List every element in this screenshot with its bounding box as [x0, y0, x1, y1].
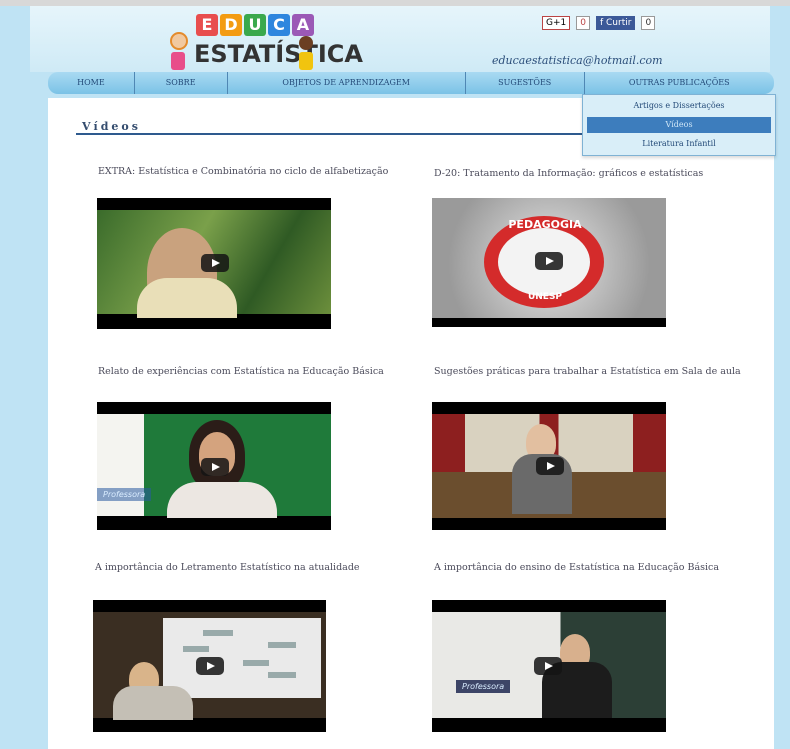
publications-dropdown: Artigos e Dissertações Vídeos Literatura… [582, 94, 776, 156]
nav-item-sobre[interactable]: SOBRE [135, 72, 228, 94]
like-count: 0 [641, 16, 656, 30]
like-label: Curtir [606, 18, 632, 28]
video-player[interactable]: PEDAGOGIA UNESP [432, 198, 666, 327]
dropdown-item-literatura[interactable]: Literatura Infantil [587, 136, 771, 152]
nav-item-sugestoes[interactable]: SUGESTÕES [466, 72, 585, 94]
video-player[interactable]: Professora [97, 402, 331, 530]
logo-letter: U [244, 14, 266, 36]
seal-text-top: PEDAGOGIA [508, 218, 582, 231]
play-icon[interactable] [536, 457, 564, 475]
play-icon[interactable] [196, 657, 224, 675]
logo-letter: C [268, 14, 290, 36]
play-icon[interactable] [535, 252, 563, 270]
nav-item-outras-publicacoes[interactable]: OUTRAS PUBLICAÇÕES [585, 72, 774, 94]
projection-screen [163, 618, 321, 698]
logo-educa: E D U C A [196, 14, 314, 36]
video-title[interactable]: EXTRA: Estatística e Combinatória no cic… [98, 166, 398, 178]
logo-letter: E [196, 14, 218, 36]
nav-item-home[interactable]: HOME [48, 72, 135, 94]
contact-email[interactable]: educaestatistica@hotmail.com [492, 54, 663, 67]
video-title[interactable]: A importância do Letramento Estatístico … [95, 562, 395, 574]
gplus-button[interactable]: G+1 [542, 16, 571, 30]
boy-figure-icon [298, 36, 314, 70]
social-buttons: G+1 0 f Curtir 0 [542, 16, 656, 30]
page-title: Vídeos [82, 120, 141, 133]
dropdown-item-artigos[interactable]: Artigos e Dissertações [587, 98, 771, 114]
video-title[interactable]: Relato de experiências com Estatística n… [98, 366, 428, 378]
video-title[interactable]: D-20: Tratamento da Informação: gráficos… [434, 168, 734, 180]
video-banner: Professora [456, 680, 511, 693]
dropdown-item-videos[interactable]: Vídeos [587, 117, 771, 133]
play-icon[interactable] [201, 458, 229, 476]
main-navigation: HOME SOBRE OBJETOS DE APRENDIZAGEM SUGES… [48, 72, 774, 94]
logo-estatistica: ESTATÍSTICA [194, 40, 363, 68]
site-logo[interactable]: E D U C A ESTATÍSTICA [170, 14, 363, 72]
video-player[interactable] [93, 600, 326, 732]
girl-figure-icon [170, 32, 188, 70]
video-title[interactable]: A importância do ensino de Estatística n… [434, 562, 734, 574]
like-button[interactable]: f Curtir [595, 16, 636, 30]
play-icon[interactable] [201, 254, 229, 272]
logo-letter: D [220, 14, 242, 36]
video-player[interactable] [432, 402, 666, 530]
play-icon[interactable] [534, 657, 562, 675]
nav-item-objetos[interactable]: OBJETOS DE APRENDIZAGEM [228, 72, 466, 94]
gplus-count: 0 [576, 16, 590, 30]
logo-letter: A [292, 14, 314, 36]
video-player[interactable]: Professora [432, 600, 666, 732]
seal-text-bottom: UNESP [527, 292, 563, 302]
video-player[interactable] [97, 198, 331, 329]
video-banner: Professora [97, 488, 152, 501]
video-title[interactable]: Sugestões práticas para trabalhar a Esta… [434, 366, 774, 378]
